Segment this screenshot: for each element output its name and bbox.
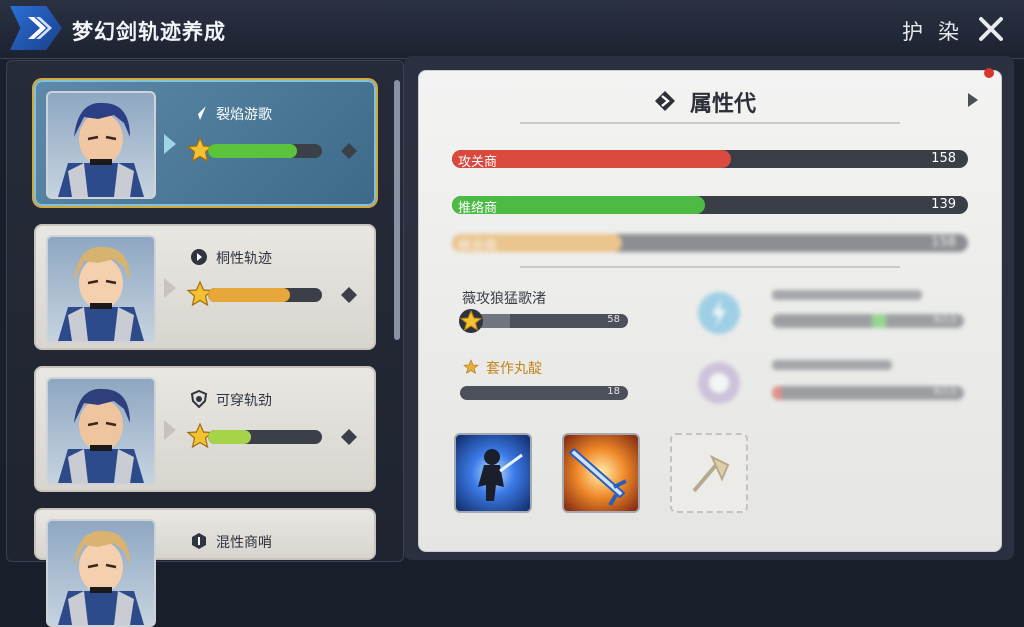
play-circle-icon (191, 249, 207, 265)
stat-row-attack: 攻关商 158 (452, 150, 968, 170)
divider (520, 266, 900, 268)
track-label: 混性商哨 (216, 535, 272, 551)
skill-slot-2[interactable] (562, 433, 640, 513)
ninja-skill-icon (478, 449, 523, 501)
track-label: 可穿轨劲 (216, 393, 272, 409)
stat-label: 攻关商 (458, 155, 498, 170)
stat-row-move: 移念商 158 (452, 234, 968, 254)
selection-arrow (164, 420, 176, 440)
track-list-scrollbar[interactable] (394, 80, 400, 340)
protect-button[interactable]: 护 (902, 16, 923, 46)
skill-slot-3[interactable] (670, 433, 748, 513)
diamond-icon[interactable] (340, 428, 358, 446)
shield-icon (190, 390, 208, 408)
badge-icon (192, 533, 206, 549)
dye-button[interactable]: 染 (938, 16, 959, 46)
page-title: 梦幻剑轨迹养成 (72, 20, 226, 44)
notification-dot (984, 68, 994, 78)
chevron-right-icon[interactable] (966, 92, 980, 108)
character-portrait (46, 377, 156, 485)
sub-stat-value: 8/13 (933, 386, 956, 397)
character-portrait (46, 235, 156, 343)
diamond-arrow-icon (655, 91, 675, 111)
purple-orb-icon (698, 362, 740, 404)
sub-stat-bar: 8/13 (772, 386, 964, 400)
stat-label: 推络商 (458, 201, 498, 216)
chevron-right-icon (28, 17, 52, 39)
selection-arrow (164, 134, 176, 154)
diamond-icon[interactable] (340, 286, 358, 304)
sub-stat-bar: 58 (460, 314, 628, 328)
track-progress-bar (208, 144, 322, 158)
track-card[interactable]: 可穿轨劲 (34, 366, 376, 492)
star-icon (459, 309, 483, 333)
track-label: 裂焰游歌 (216, 107, 272, 123)
sub-stat-value: 58 (607, 314, 620, 325)
arrow-cursor-icon (192, 106, 206, 120)
sub-stat-label: 薇攻狼猛歌渚 (462, 291, 546, 307)
attribute-title: 属性代 (690, 92, 757, 117)
sub-stat-bar: 18 (460, 386, 628, 400)
stat-value: 158 (931, 151, 956, 166)
top-bar: 梦幻剑轨迹养成 护 染 (0, 0, 1024, 59)
close-icon[interactable] (976, 14, 1006, 44)
character-portrait (46, 91, 156, 199)
sub-stat-label: 套作丸靛 (486, 361, 542, 377)
stat-label: 移念商 (458, 239, 498, 254)
sub-stat-value: 8/13 (933, 314, 956, 325)
sword-skill-icon (568, 447, 627, 507)
sub-stat-value: 18 (607, 386, 620, 397)
star-icon (463, 359, 479, 374)
stat-value: 158 (931, 235, 956, 250)
divider (520, 122, 900, 124)
diamond-icon[interactable] (340, 142, 358, 160)
track-card[interactable]: 混性商哨 (34, 508, 376, 627)
sub-stat-bar: 8/13 (772, 314, 964, 328)
skill-slot-1[interactable] (454, 433, 532, 513)
selection-arrow (164, 278, 176, 298)
track-card[interactable]: 裂焰游歌 (34, 80, 376, 206)
track-progress-bar (208, 288, 322, 302)
empty-skill-slot-icon (692, 454, 730, 493)
character-portrait (46, 519, 156, 627)
stat-row-push: 推络商 139 (452, 196, 968, 216)
track-label: 桐性轨迹 (216, 251, 272, 267)
track-card[interactable]: 桐性轨迹 (34, 224, 376, 350)
lightning-orb-icon (698, 292, 740, 334)
track-progress-bar (208, 430, 322, 444)
back-button[interactable] (10, 6, 62, 50)
stat-value: 139 (931, 197, 956, 212)
